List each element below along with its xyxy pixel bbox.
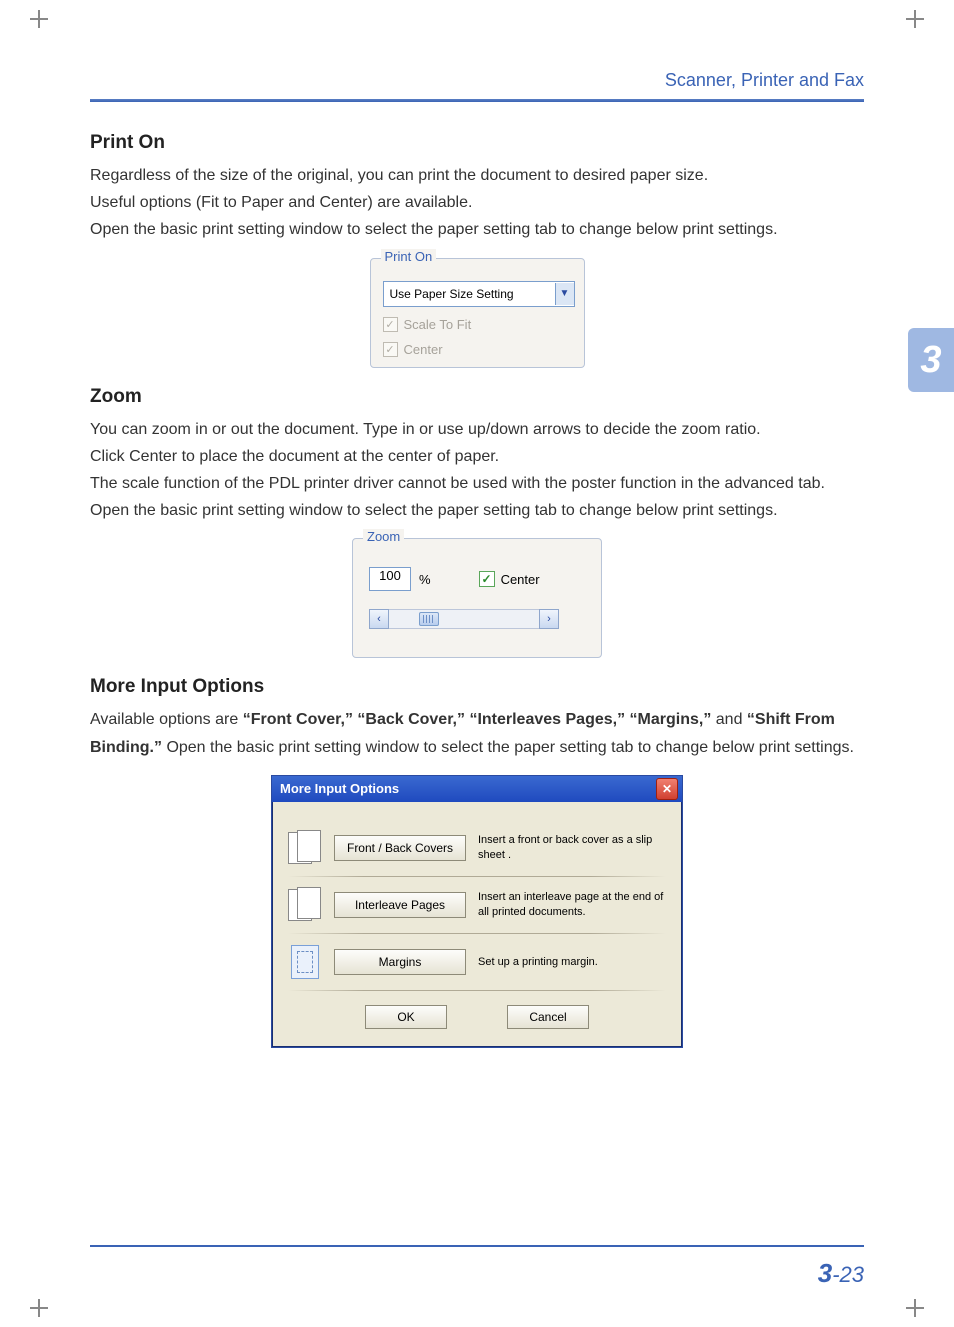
paragraph: Open the basic print setting window to s… bbox=[90, 216, 864, 243]
text: Available options are bbox=[90, 711, 243, 728]
paragraph: The scale function of the PDL printer dr… bbox=[90, 470, 864, 497]
paragraph: Regardless of the size of the original, … bbox=[90, 162, 864, 189]
crop-mark bbox=[906, 10, 924, 28]
checkbox-icon: ✓ bbox=[383, 342, 398, 357]
footer-rule bbox=[90, 1245, 864, 1247]
checkbox-icon: ✓ bbox=[479, 571, 495, 587]
scale-to-fit-checkbox[interactable]: ✓ Scale To Fit bbox=[383, 317, 572, 332]
zoom-input[interactable]: 100 bbox=[369, 567, 411, 591]
section-title-print-on: Print On bbox=[90, 132, 864, 154]
slider-right-button[interactable]: › bbox=[539, 609, 559, 629]
groupbox-legend: Print On bbox=[381, 249, 437, 264]
interleave-pages-button[interactable]: Interleave Pages bbox=[334, 892, 466, 918]
paper-size-combo[interactable]: Use Paper Size Setting ▼ bbox=[383, 281, 575, 307]
figure-zoom: Zoom 100 % ✓ Center ‹ › bbox=[90, 538, 864, 658]
paragraph: Click Center to place the document at th… bbox=[90, 443, 864, 470]
document-page: 3 Scanner, Printer and Fax Print On Rega… bbox=[0, 0, 954, 1327]
checkbox-icon: ✓ bbox=[383, 317, 398, 332]
dialog-titlebar[interactable]: More Input Options ✕ bbox=[272, 776, 682, 802]
row-description: Set up a printing margin. bbox=[478, 955, 666, 969]
crop-mark bbox=[30, 10, 48, 28]
row-description: Insert a front or back cover as a slip s… bbox=[478, 833, 666, 862]
dialog-row-front-back: Front / Back Covers Insert a front or ba… bbox=[288, 820, 666, 876]
groupbox-legend: Zoom bbox=[363, 529, 404, 544]
more-input-options-dialog: More Input Options ✕ Front / Back Covers… bbox=[271, 775, 683, 1048]
dialog-actions: OK Cancel bbox=[288, 1005, 666, 1029]
paragraph: Open the basic print setting window to s… bbox=[90, 497, 864, 524]
chevron-down-icon[interactable]: ▼ bbox=[555, 283, 574, 305]
content-area: Scanner, Printer and Fax Print On Regard… bbox=[90, 70, 864, 1247]
slider-thumb[interactable] bbox=[419, 612, 439, 626]
zoom-center-checkbox[interactable]: ✓ Center bbox=[479, 571, 540, 587]
interleave-pages-icon bbox=[288, 887, 322, 923]
dialog-body: Front / Back Covers Insert a front or ba… bbox=[272, 802, 682, 1047]
figure-print-on: Print On Use Paper Size Setting ▼ ✓ Scal… bbox=[90, 258, 864, 368]
paragraph: You can zoom in or out the document. Typ… bbox=[90, 416, 864, 443]
paragraph: Useful options (Fit to Paper and Center)… bbox=[90, 189, 864, 216]
margins-button[interactable]: Margins bbox=[334, 949, 466, 975]
front-back-covers-icon bbox=[288, 830, 322, 866]
row-description: Insert an interleave page at the end of … bbox=[478, 890, 666, 919]
text: and bbox=[716, 711, 747, 728]
chapter-number: 3 bbox=[920, 339, 941, 382]
paragraph: Available options are “Front Cover,” “Ba… bbox=[90, 706, 864, 760]
section-title-more-input-options: More Input Options bbox=[90, 676, 864, 698]
close-icon[interactable]: ✕ bbox=[656, 778, 678, 800]
zoom-slider[interactable]: ‹ › bbox=[369, 609, 559, 629]
checkbox-label: Scale To Fit bbox=[404, 317, 472, 332]
margins-icon bbox=[288, 944, 322, 980]
section-title-zoom: Zoom bbox=[90, 386, 864, 408]
dialog-row-interleave: Interleave Pages Insert an interleave pa… bbox=[288, 877, 666, 933]
slider-track[interactable] bbox=[389, 609, 539, 629]
front-back-covers-button[interactable]: Front / Back Covers bbox=[334, 835, 466, 861]
separator bbox=[288, 990, 666, 991]
ok-button[interactable]: OK bbox=[365, 1005, 447, 1029]
dialog-row-margins: Margins Set up a printing margin. bbox=[288, 934, 666, 990]
header-rule bbox=[90, 99, 864, 102]
chapter-title: Scanner, Printer and Fax bbox=[90, 70, 864, 99]
crop-mark bbox=[906, 1299, 924, 1317]
zoom-groupbox: Zoom 100 % ✓ Center ‹ › bbox=[352, 538, 602, 658]
slider-left-button[interactable]: ‹ bbox=[369, 609, 389, 629]
page-number: 3-23 bbox=[818, 1258, 864, 1289]
text: Open the basic print setting window to s… bbox=[166, 739, 854, 756]
cancel-button[interactable]: Cancel bbox=[507, 1005, 589, 1029]
checkbox-label: Center bbox=[404, 342, 443, 357]
crop-mark bbox=[30, 1299, 48, 1317]
dialog-title: More Input Options bbox=[276, 781, 399, 796]
checkbox-label: Center bbox=[501, 572, 540, 587]
page-number-chapter: 3 bbox=[818, 1258, 832, 1288]
chapter-tab: 3 bbox=[908, 328, 954, 392]
print-on-groupbox: Print On Use Paper Size Setting ▼ ✓ Scal… bbox=[370, 258, 585, 368]
combo-value: Use Paper Size Setting bbox=[384, 287, 555, 301]
page-number-page: -23 bbox=[832, 1262, 864, 1287]
bold-text: “Front Cover,” “Back Cover,” “Interleave… bbox=[243, 711, 712, 728]
center-checkbox[interactable]: ✓ Center bbox=[383, 342, 572, 357]
percent-label: % bbox=[419, 572, 431, 587]
figure-more-input-options: More Input Options ✕ Front / Back Covers… bbox=[90, 775, 864, 1048]
